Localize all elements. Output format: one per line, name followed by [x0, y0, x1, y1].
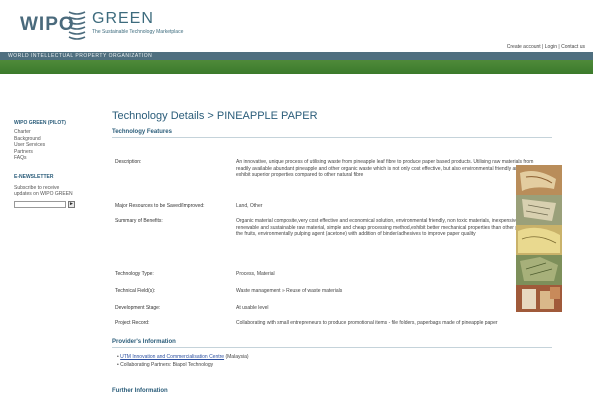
- field-value: Organic material composite,very cost eff…: [236, 218, 533, 237]
- login-link[interactable]: Login: [545, 44, 557, 50]
- main-content: Technology Details > PINEAPPLE PAPER Tec…: [112, 110, 552, 146]
- field-label: Technology Type:: [115, 271, 154, 277]
- newsletter-form: ►: [14, 200, 94, 208]
- further-information-heading: Further Information: [112, 388, 168, 394]
- field-value: Land, Other: [236, 203, 263, 209]
- field-label: Description:: [115, 159, 142, 165]
- tagline: The Sustainable Technology Marketplace: [92, 29, 184, 35]
- org-bar: WORLD INTELLECTUAL PROPERTY ORGANIZATION: [0, 52, 593, 60]
- field-label: Development Stage:: [115, 305, 161, 311]
- sidebar-item-faqs[interactable]: FAQs: [14, 155, 94, 162]
- newsletter-submit-button[interactable]: ►: [68, 200, 75, 208]
- create-account-link[interactable]: Create account: [507, 44, 541, 50]
- field-value: At usable level: [236, 305, 269, 311]
- field-label: Summary of Benefits:: [115, 218, 163, 224]
- page-title: Technology Details > PINEAPPLE PAPER: [112, 110, 318, 122]
- field-label: Major Resources to be Saved/Improved:: [115, 203, 205, 209]
- provider-country: (Malaysia): [224, 354, 249, 360]
- sidebar: WIPO GREEN (PILOT) Charter Background Us…: [14, 120, 94, 208]
- sidebar-title[interactable]: WIPO GREEN (PILOT): [14, 120, 94, 126]
- provider-list-item: • Collaborating Partners: Biapol Technol…: [117, 361, 214, 368]
- provider-information-heading: Provider's Information: [112, 339, 552, 348]
- green-logo-text: GREEN: [92, 10, 154, 27]
- technology-features-heading: Technology Features: [112, 129, 552, 138]
- provider-list: • UTM Innovation and Commercialisation C…: [117, 354, 249, 369]
- newsletter-text-line-2: updates on WIPO GREEN: [14, 191, 73, 197]
- product-photo-strip: [516, 165, 562, 312]
- newsletter-title: E-NEWSLETTER: [14, 173, 54, 180]
- org-name: WORLD INTELLECTUAL PROPERTY ORGANIZATION: [8, 53, 153, 59]
- wipo-emblem-icon: [68, 11, 86, 40]
- field-label: Technical Field(s):: [115, 288, 156, 294]
- newsletter-email-input[interactable]: [14, 200, 66, 208]
- provider-link[interactable]: UTM Innovation and Commercialisation Cen…: [120, 354, 224, 360]
- field-label: Project Record:: [115, 320, 150, 326]
- account-links: Create account | Login | Contact us: [506, 44, 585, 50]
- field-value: Collaborating with small entrepreneurs t…: [236, 320, 498, 326]
- field-value: An innovative, unique process of utilisi…: [236, 159, 534, 178]
- provider-list-item: • UTM Innovation and Commercialisation C…: [117, 354, 249, 360]
- site-header: WIPO GREEN The Sustainable Technology Ma…: [0, 0, 593, 52]
- pineapple-paper-photos: [516, 165, 562, 312]
- contact-us-link[interactable]: Contact us: [561, 44, 585, 50]
- field-value: Waste management » Reuse of waste materi…: [236, 288, 343, 294]
- provider-partners: Collaborating Partners: Biapol Technolog…: [120, 361, 214, 368]
- green-banner: [0, 60, 593, 74]
- field-value: Process, Material: [236, 271, 275, 277]
